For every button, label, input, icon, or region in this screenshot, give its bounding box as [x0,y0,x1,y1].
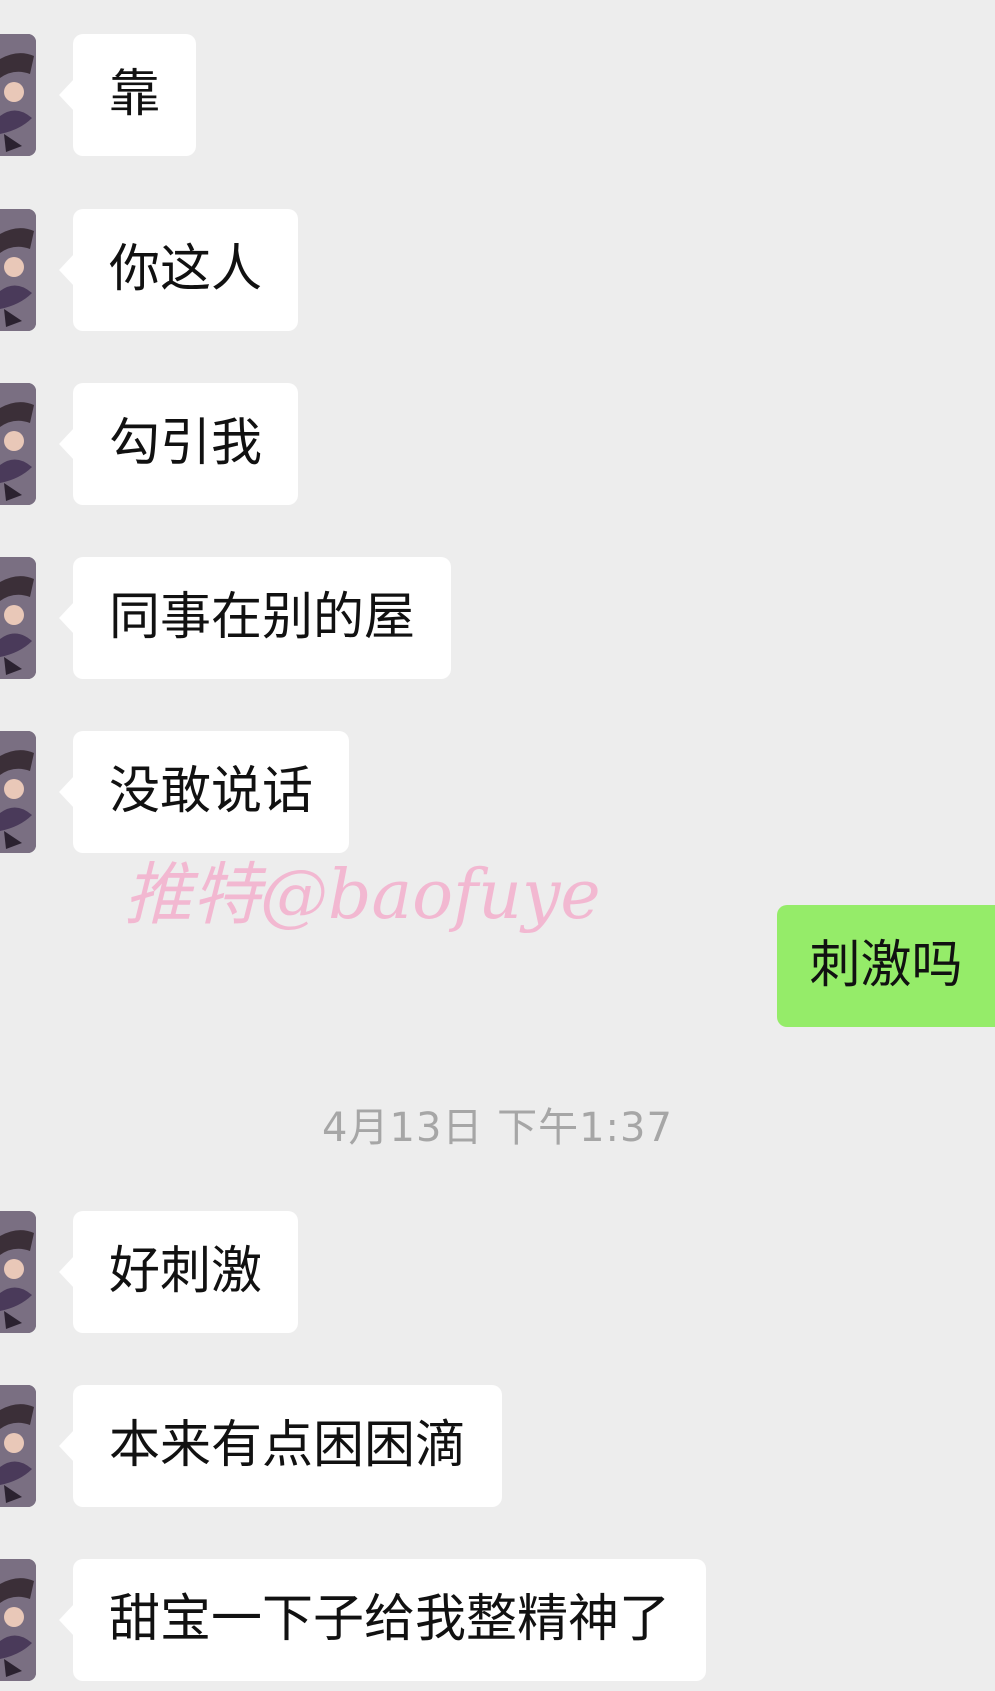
sender-avatar[interactable] [0,1559,36,1681]
message-bubble[interactable]: 好刺激 [58,1211,299,1333]
watermark: 推特@baofuye [120,840,740,960]
sender-avatar[interactable] [0,1211,36,1333]
message-bubble[interactable]: 没敢说话 [58,731,350,853]
sender-avatar[interactable] [0,731,36,853]
sender-avatar[interactable] [0,557,36,679]
message-bubble[interactable]: 甜宝一下子给我整精神了 [58,1559,707,1681]
message-bubble[interactable]: 你这人 [58,209,299,331]
sender-avatar[interactable] [0,34,36,156]
sender-avatar[interactable] [0,209,36,331]
message-bubble[interactable]: 靠 [58,34,197,156]
message-bubble[interactable]: 本来有点困困滴 [58,1385,503,1507]
sender-avatar[interactable] [0,1385,36,1507]
sender-avatar[interactable] [0,383,36,505]
message-timestamp: 4月13日 下午1:37 [322,1105,673,1151]
sent-message-bubble[interactable]: 刺激吗 [777,905,995,1027]
watermark-text: 推特@baofuye [124,856,601,935]
message-bubble[interactable]: 同事在别的屋 [58,557,452,679]
message-bubble[interactable]: 勾引我 [58,383,299,505]
